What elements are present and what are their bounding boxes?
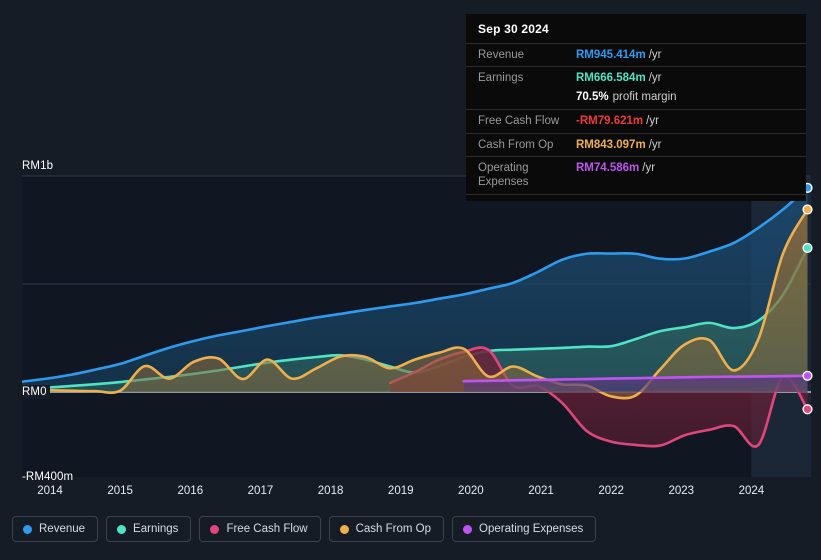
legend-dot-icon [117,525,126,534]
legend-item-label: Free Cash Flow [226,523,307,535]
legend-item-label: Operating Expenses [479,523,583,535]
y-axis-label-top: RM1b [22,160,53,172]
tooltip-row-label: Operating Expenses [478,161,576,190]
x-axis-tick-2015: 2015 [107,485,133,497]
legend-item-label: Earnings [133,523,178,535]
endpoint-marker-earnings [803,244,812,253]
tooltip-rows: RevenueRM945.414m/yrEarningsRM666.584m/y… [466,43,806,195]
x-axis-tick-2023: 2023 [668,485,694,497]
tooltip-row-value: RM666.584m [576,71,646,85]
tooltip-row-value: -RM79.621m [576,114,643,128]
legend-dot-icon [340,525,349,534]
x-axis-tick-2019: 2019 [388,485,414,497]
endpoint-marker-free-cash-flow [803,405,812,414]
tooltip-row-unit: /yr [646,114,659,128]
legend-item-cash-from-op[interactable]: Cash From Op [329,516,444,542]
legend-item-free-cash-flow[interactable]: Free Cash Flow [199,516,320,542]
x-axis-tick-2017: 2017 [248,485,274,497]
tooltip-row-label: Free Cash Flow [478,114,576,128]
tooltip-row-unit: /yr [642,161,655,175]
tooltip-row-label: Cash From Op [478,138,576,152]
legend-item-operating-expenses[interactable]: Operating Expenses [452,516,596,542]
y-axis-label-bottom: -RM400m [22,471,73,483]
tooltip-row-unit: /yr [649,48,662,62]
tooltip-row-value: RM843.097m [576,138,646,152]
x-axis-tick-2018: 2018 [318,485,344,497]
legend-dot-icon [210,525,219,534]
financial-chart: RM1b RM0 -RM400m 2014 2015 2016 2017 2018 201… [0,0,821,560]
endpoint-marker-cash-from-op [803,205,812,214]
tooltip-row-unit: /yr [649,71,662,85]
endpoint-marker-operating-expenses [803,371,812,380]
tooltip-row-free-cash-flow: Free Cash Flow-RM79.621m/yr [466,109,806,132]
legend-dot-icon [23,525,32,534]
x-axis-tick-2024: 2024 [739,485,765,497]
legend-item-label: Cash From Op [356,523,431,535]
chart-legend[interactable]: Revenue Earnings Free Cash Flow Cash From O… [12,516,596,542]
x-axis-tick-2016: 2016 [178,485,204,497]
legend-item-label: Revenue [39,523,85,535]
legend-dot-icon [463,525,472,534]
tooltip-row-label: Earnings [478,71,576,85]
tooltip-profit-margin-row: 70.5% profit margin [466,90,806,109]
tooltip-margin-label: profit margin [613,90,677,104]
tooltip-row-value: RM945.414m [576,48,646,62]
tooltip-row-revenue: RevenueRM945.414m/yr [466,43,806,66]
tooltip-row-operating-expenses: Operating ExpensesRM74.586m/yr [466,156,806,195]
legend-item-earnings[interactable]: Earnings [106,516,191,542]
tooltip-row-unit: /yr [649,138,662,152]
tooltip-row-value: RM74.586m [576,161,639,175]
x-axis-tick-2020: 2020 [458,485,484,497]
tooltip-row-label: Revenue [478,48,576,62]
x-axis-tick-2021: 2021 [528,485,554,497]
tooltip-margin-value: 70.5% [576,90,609,104]
tooltip-row-earnings: EarningsRM666.584m/yr [466,66,806,89]
chart-tooltip: Sep 30 2024 RevenueRM945.414m/yrEarnings… [466,14,806,201]
y-axis-label-zero: RM0 [22,385,50,399]
legend-item-revenue[interactable]: Revenue [12,516,98,542]
tooltip-date: Sep 30 2024 [466,14,806,43]
x-axis-tick-2022: 2022 [598,485,624,497]
x-axis-tick-2014: 2014 [37,485,63,497]
tooltip-row-cash-from-op: Cash From OpRM843.097m/yr [466,133,806,156]
